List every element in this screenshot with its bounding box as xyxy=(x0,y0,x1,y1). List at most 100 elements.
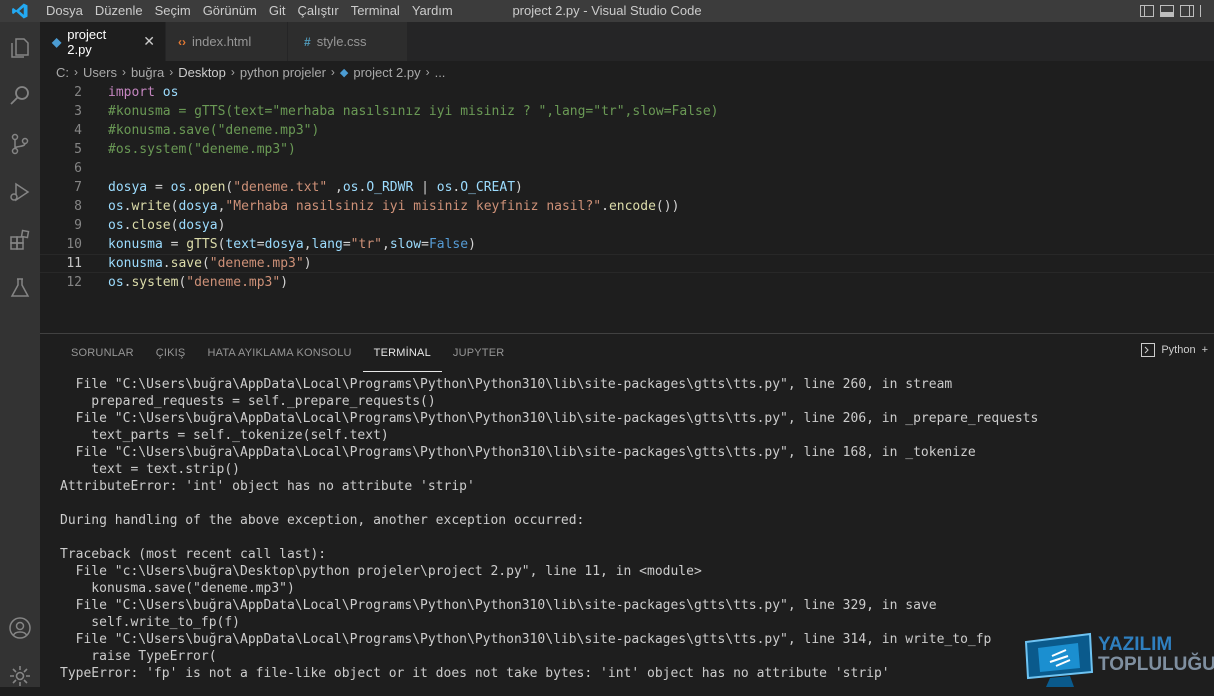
watermark-line2: TOPLULUĞU xyxy=(1098,653,1214,675)
terminal-line: File "C:\Users\buğra\AppData\Local\Progr… xyxy=(60,377,953,392)
breadcrumb: C: › Users › buğra › Desktop › python projel… xyxy=(40,61,1214,83)
terminal-icon xyxy=(1141,343,1156,357)
code-line[interactable]: 9 os.close(dosya) xyxy=(40,216,1214,235)
menu-gorunum[interactable]: Görünüm xyxy=(197,0,263,22)
code-line[interactable]: 6 xyxy=(40,159,1214,178)
search-icon[interactable] xyxy=(0,76,40,116)
panel-tabs: SORUNLAR ÇIKIŞ HATA AYIKLAMA KONSOLU TER… xyxy=(60,334,515,372)
line-code: os.close(dosya) xyxy=(108,218,226,233)
close-icon[interactable]: ✕ xyxy=(143,33,155,50)
menu-terminal[interactable]: Terminal xyxy=(345,0,406,22)
explorer-icon[interactable] xyxy=(0,28,40,68)
menu-secim[interactable]: Seçim xyxy=(149,0,197,22)
line-number: 6 xyxy=(74,161,82,176)
python-icon: ◆ xyxy=(52,34,62,49)
line-number: 9 xyxy=(74,218,82,233)
editor-tab-bar: ◆ project 2.py ✕ ‹› index.html # style.c… xyxy=(40,22,1214,61)
line-code: os.system("deneme.mp3") xyxy=(108,275,289,290)
accounts-icon[interactable] xyxy=(0,608,40,648)
terminal-selector[interactable]: Python + xyxy=(1141,343,1208,357)
terminal-line: Traceback (most recent call last): xyxy=(60,547,327,562)
tab-index-html[interactable]: ‹› index.html xyxy=(166,22,288,61)
toggle-secondary-sidebar-icon[interactable] xyxy=(1180,5,1194,17)
testing-icon[interactable] xyxy=(0,268,40,308)
code-line[interactable]: 11 konusma.save("deneme.mp3") xyxy=(40,254,1214,273)
line-number: 5 xyxy=(74,142,82,157)
terminal-line: text = text.strip() xyxy=(60,462,241,477)
line-code: dosya = os.open("deneme.txt" ,os.O_RDWR … xyxy=(108,180,523,195)
tab-label: index.html xyxy=(192,34,252,49)
line-number: 12 xyxy=(66,275,82,290)
tab-sorunlar[interactable]: SORUNLAR xyxy=(60,335,145,371)
tab-style-css[interactable]: # style.css xyxy=(288,22,408,61)
code-line[interactable]: 12 os.system("deneme.mp3") xyxy=(40,273,1214,292)
breadcrumb-item[interactable]: python projeler xyxy=(240,65,326,80)
terminal-line: File "C:\Users\buğra\AppData\Local\Progr… xyxy=(60,411,1039,426)
terminal-line: File "C:\Users\buğra\AppData\Local\Progr… xyxy=(60,445,976,460)
line-code: os.write(dosya,"Merhaba nasilsiniz iyi m… xyxy=(108,199,680,214)
terminal-line: AttributeError: 'int' object has no attr… xyxy=(60,479,475,494)
line-code: import os xyxy=(108,85,179,100)
breadcrumb-item[interactable]: project 2.py xyxy=(353,65,420,80)
code-line[interactable]: 5 #os.system("deneme.mp3") xyxy=(40,140,1214,159)
line-number: 2 xyxy=(74,85,82,100)
run-debug-icon[interactable] xyxy=(0,172,40,212)
menu-dosya[interactable]: Dosya xyxy=(40,0,89,22)
html-icon: ‹› xyxy=(178,34,186,49)
line-number: 11 xyxy=(66,256,82,271)
add-terminal-icon[interactable]: + xyxy=(1202,344,1208,356)
menu-yardim[interactable]: Yardım xyxy=(406,0,459,22)
chevron-right-icon: › xyxy=(169,65,174,79)
code-line[interactable]: 8 os.write(dosya,"Merhaba nasilsiniz iyi … xyxy=(40,197,1214,216)
code-line[interactable]: 10 konusma = gTTS(text=dosya,lang="tr",sl… xyxy=(40,235,1214,254)
breadcrumb-item[interactable]: buğra xyxy=(131,65,164,80)
code-line[interactable]: 2 import os xyxy=(40,83,1214,102)
activity-bar xyxy=(0,22,40,687)
customize-layout-icon[interactable] xyxy=(1200,5,1210,17)
menu-calistir[interactable]: Çalıştır xyxy=(292,0,345,22)
terminal-line: prepared_requests = self._prepare_reques… xyxy=(60,394,436,409)
vscode-logo-icon[interactable] xyxy=(0,0,40,22)
terminal-line: text_parts = self._tokenize(self.text) xyxy=(60,428,389,443)
tab-label: project 2.py xyxy=(67,26,107,57)
chevron-right-icon: › xyxy=(330,65,335,79)
terminal-name: Python xyxy=(1161,344,1196,356)
watermark-logo: YAZILIM TOPLULUĞU xyxy=(1022,628,1214,687)
layout-controls xyxy=(1140,0,1214,22)
tab-cikis[interactable]: ÇIKIŞ xyxy=(145,335,197,371)
extensions-icon[interactable] xyxy=(0,220,40,260)
menu-git[interactable]: Git xyxy=(263,0,292,22)
menu-duzenle[interactable]: Düzenle xyxy=(89,0,149,22)
settings-gear-icon[interactable] xyxy=(0,656,40,696)
breadcrumb-item[interactable]: Desktop xyxy=(178,65,226,80)
tab-jupyter[interactable]: JUPYTER xyxy=(442,335,516,371)
css-icon: # xyxy=(304,34,311,49)
toggle-sidebar-icon[interactable] xyxy=(1140,5,1154,17)
breadcrumb-item[interactable]: Users xyxy=(83,65,117,80)
terminal-line: konusma.save("deneme.mp3") xyxy=(60,581,295,596)
watermark-line1: YAZILIM xyxy=(1098,634,1172,655)
line-number: 4 xyxy=(74,123,82,138)
terminal-line: During handling of the above exception, … xyxy=(60,513,585,528)
chevron-right-icon: › xyxy=(121,65,126,79)
terminal-line: File "c:\Users\buğra\Desktop\python proj… xyxy=(60,564,702,579)
line-code: konusma.save("deneme.mp3") xyxy=(108,256,312,271)
breadcrumb-item[interactable]: C: xyxy=(56,65,69,80)
code-line[interactable]: 4 #konusma.save("deneme.mp3") xyxy=(40,121,1214,140)
line-code: #os.system("deneme.mp3") xyxy=(108,142,296,157)
line-number: 10 xyxy=(66,237,82,252)
code-editor[interactable]: 2 import os 3 #konusma = gTTS(text="merhaba… xyxy=(40,83,1214,333)
breadcrumb-item[interactable]: ... xyxy=(435,65,446,80)
toggle-panel-icon[interactable] xyxy=(1160,5,1174,17)
line-number: 8 xyxy=(74,199,82,214)
tab-terminal[interactable]: TERMİNAL xyxy=(362,335,442,372)
tab-project-2-py[interactable]: ◆ project 2.py ✕ xyxy=(40,22,166,61)
code-line[interactable]: 7 dosya = os.open("deneme.txt" ,os.O_RDWR… xyxy=(40,178,1214,197)
line-code: #konusma.save("deneme.mp3") xyxy=(108,123,320,138)
chevron-right-icon: › xyxy=(425,65,430,79)
code-line[interactable]: 3 #konusma = gTTS(text="merhaba nasılsını… xyxy=(40,102,1214,121)
source-control-icon[interactable] xyxy=(0,124,40,164)
tab-hata-ayiklama-konsolu[interactable]: HATA AYIKLAMA KONSOLU xyxy=(196,335,362,371)
